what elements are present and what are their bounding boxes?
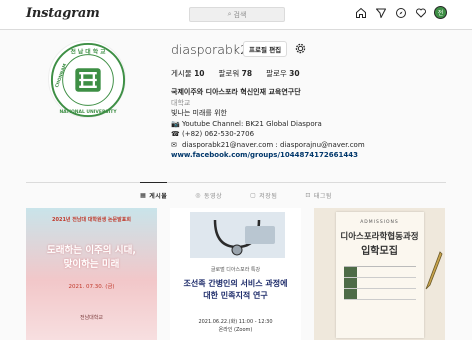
post-thumbnail[interactable]: 글로벌 디아스포라 특강 조선족 간병인의 서비스 과정에 대한 민족지적 연구… <box>170 208 301 340</box>
stat-label: 게시물 <box>171 69 192 78</box>
profile-website-link[interactable]: www.facebook.com/groups/1044874172661443 <box>171 150 451 161</box>
bio-youtube-row: 📷 Youtube Channel: BK21 Global Diaspora <box>171 119 451 130</box>
avatar[interactable]: 전 <box>434 6 447 19</box>
svg-text:NATIONAL UNIVERSITY: NATIONAL UNIVERSITY <box>59 109 117 115</box>
stat-label: 팔로우 <box>266 69 287 78</box>
svg-text:전 남 대 학 교: 전 남 대 학 교 <box>70 48 106 56</box>
bio-text: 빛나는 미래를 위한 <box>171 109 227 117</box>
heart-icon[interactable] <box>414 6 427 19</box>
bio-youtube: Youtube Channel: BK21 Global Diaspora <box>182 119 322 128</box>
mail-icon: ✉ <box>171 140 177 149</box>
post-title-line2: 대한 민족지적 연구 <box>203 291 268 300</box>
post-title-line1: 도래하는 이주의 시대, <box>47 245 136 256</box>
profile-picture[interactable]: 전 남 대 학 교 NATIONAL UNIVERSITY CHONNAM <box>48 40 126 118</box>
table-row <box>344 289 416 300</box>
video-icon: ◎ <box>195 192 202 199</box>
pen-illustration <box>425 251 443 290</box>
stethoscope-illustration <box>213 219 275 256</box>
profile-category: 대학교 <box>171 98 191 107</box>
post-header: 2021년 전남대 대학원생 논문발표회 <box>52 217 131 223</box>
bio-email-row: ✉ diasporabk21@naver.com : diasporajnu@na… <box>171 140 451 151</box>
search-icon: ⌕ <box>227 10 232 18</box>
bio-email: diasporabk21@naver.com : diasporajnu@nav… <box>182 140 365 149</box>
tag-icon: ⊡ <box>305 192 311 199</box>
direct-icon[interactable] <box>374 6 387 19</box>
university-seal-logo: 전 남 대 학 교 NATIONAL UNIVERSITY CHONNAM <box>50 42 126 118</box>
profile-tabs: ▦ 게시물 ◎ 동영상 ▢ 저장됨 ⊡ 태그됨 <box>0 182 472 200</box>
tab-posts[interactable]: ▦ 게시물 <box>140 182 168 200</box>
edit-profile-button[interactable]: 프로필 편집 <box>243 41 288 57</box>
nav-icons: 전 <box>354 6 447 19</box>
tab-label: 게시물 <box>149 193 168 200</box>
post-thumbnail[interactable]: 2021년 전남대 대학원생 논문발표회 도래하는 이주의 시대, 맞이하는 미… <box>26 208 157 340</box>
search-placeholder: 검색 <box>233 10 247 19</box>
bio-phone-row: ☎ (+82) 062-530-2706 <box>171 129 451 140</box>
profile-bio: 국제이주와 디아스포라 혁신인재 교육연구단 대학교 빛나는 미래를 위한 📷 Y… <box>171 87 451 161</box>
grid-icon: ▦ <box>140 192 147 199</box>
tab-saved[interactable]: ▢ 저장됨 <box>250 183 277 200</box>
stat-label: 팔로워 <box>218 69 240 78</box>
bookmark-icon: ▢ <box>250 192 257 199</box>
post-date: 2021.06.22.(화) 11:00 - 12:30 <box>198 319 273 325</box>
table-row <box>344 278 416 289</box>
stat-followers[interactable]: 팔로워 78 <box>219 68 253 79</box>
instagram-logo[interactable]: Instagram <box>26 6 100 21</box>
post-title-line1: 디아스포라학협동과정 <box>340 232 419 242</box>
gear-icon[interactable] <box>294 42 307 55</box>
table-row <box>344 267 416 278</box>
stat-value: 10 <box>194 69 205 78</box>
post-header: ADMISSIONS <box>360 220 399 225</box>
stat-value: 78 <box>241 69 253 78</box>
stat-posts: 게시물 10 <box>171 68 205 79</box>
stat-value: 30 <box>289 69 300 78</box>
top-navigation: Instagram ⌕ 검색 전 <box>0 0 472 30</box>
post-date: 2021. 07.30. (금) <box>68 284 115 290</box>
phone-icon: ☎ <box>171 130 180 138</box>
post-header: 글로벌 디아스포라 특강 <box>210 267 261 273</box>
camera-icon: 📷 <box>171 119 180 128</box>
post-footer: 온라인 (Zoom) <box>218 327 253 333</box>
post-footer: 전남대학교 <box>79 315 103 321</box>
post-photo-placeholder <box>190 212 285 258</box>
tab-videos[interactable]: ◎ 동영상 <box>195 183 222 200</box>
stat-following[interactable]: 팔로우 30 <box>266 68 300 79</box>
explore-icon[interactable] <box>394 6 407 19</box>
post-schedule-table <box>344 266 416 312</box>
tab-label: 태그됨 <box>313 193 332 200</box>
home-icon[interactable] <box>354 6 367 19</box>
profile-stats: 게시물 10 팔로워 78 팔로우 30 <box>171 68 300 79</box>
post-thumbnail[interactable]: ADMISSIONS 디아스포라학협동과정 입학모집 <box>314 208 445 340</box>
post-title-line1: 조선족 간병인의 서비스 과정에 <box>183 279 288 288</box>
tab-label: 동영상 <box>204 193 223 200</box>
post-title-line2: 맞이하는 미래 <box>63 259 120 270</box>
bio-phone: (+82) 062-530-2706 <box>182 130 255 138</box>
search-input[interactable]: ⌕ 검색 <box>189 7 285 22</box>
profile-full-name: 국제이주와 디아스포라 혁신인재 교육연구단 <box>171 88 301 96</box>
tab-label: 저장됨 <box>259 193 278 200</box>
tab-tagged[interactable]: ⊡ 태그됨 <box>305 183 332 200</box>
